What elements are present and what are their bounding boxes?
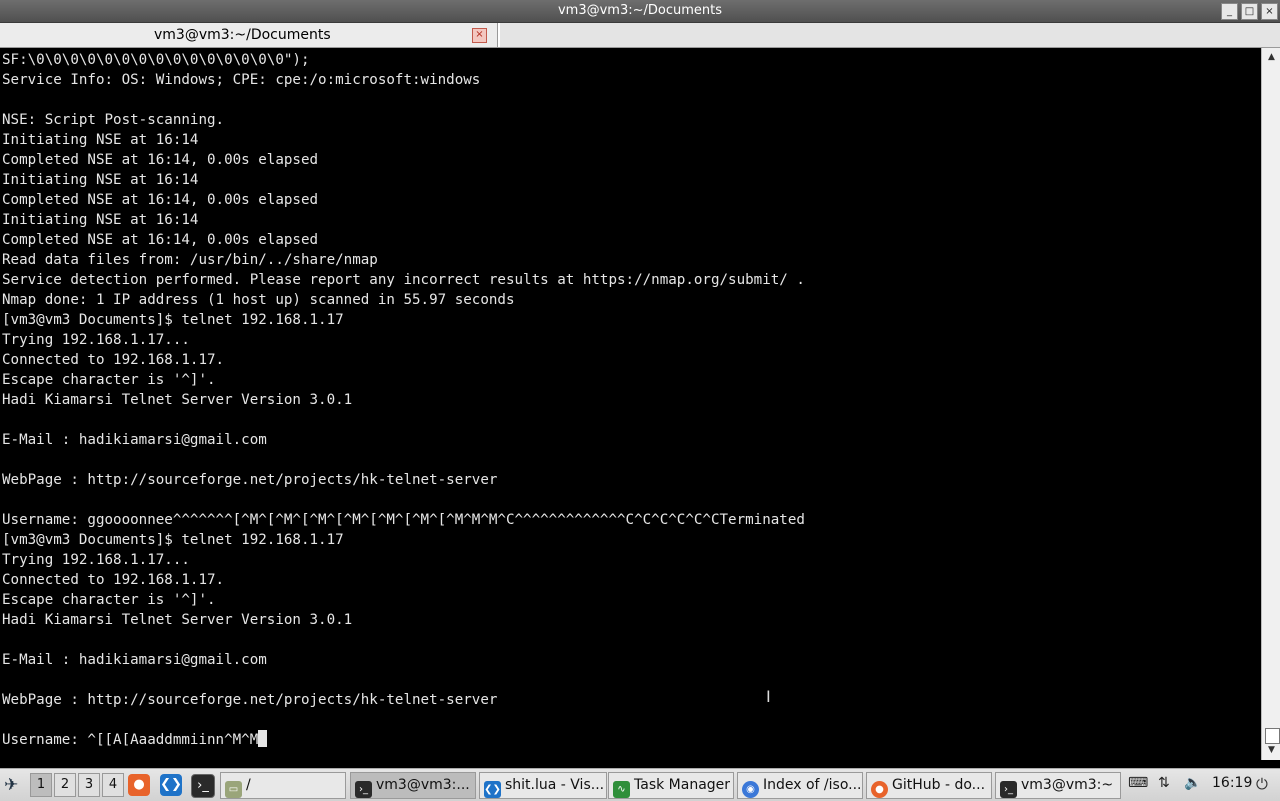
terminal-line: Hadi Kiamarsi Telnet Server Version 3.0.… [2, 392, 353, 408]
tab-separator [498, 23, 500, 47]
terminal-line: Initiating NSE at 16:14 [2, 132, 199, 148]
taskbar-item-label: Task Manager [634, 777, 731, 793]
workspace-4-button[interactable]: 4 [102, 773, 124, 797]
terminal-line: Completed NSE at 16:14, 0.00s elapsed [2, 152, 319, 168]
chrome-icon: ◉ [742, 781, 759, 798]
terminal-line: Service detection performed. Please repo… [2, 272, 805, 288]
taskbar-item-label: GitHub - do... [892, 777, 986, 793]
terminal-line: E-Mail : hadikiamarsi@gmail.com [2, 652, 267, 668]
taskbar-item-label: Index of /iso... [763, 777, 862, 793]
terminal-lines: SF:\0\0\0\0\0\0\0\0\0\0\0\0\0\0\0"); Serv… [2, 50, 805, 750]
firefox-icon[interactable]: ● [128, 774, 150, 796]
terminal-line: Escape character is '^]'. [2, 372, 216, 388]
network-icon[interactable]: ⇅ [1158, 775, 1170, 795]
maximize-button[interactable]: □ [1241, 3, 1258, 20]
terminal-line: Nmap done: 1 IP address (1 host up) scan… [2, 292, 515, 308]
terminal-output[interactable]: SF:\0\0\0\0\0\0\0\0\0\0\0\0\0\0\0"); Serv… [0, 48, 1261, 760]
terminal-line: Escape character is '^]'. [2, 592, 216, 608]
keyboard-icon[interactable]: ⌨ [1128, 775, 1148, 795]
window-controls: _ □ × [1221, 3, 1278, 20]
workspace-1-button[interactable]: 1 [30, 773, 52, 797]
terminal-line: WebPage : http://sourceforge.net/project… [2, 692, 498, 708]
minimize-button[interactable]: _ [1221, 3, 1238, 20]
folder-icon: ▭ [225, 781, 242, 798]
task-manager-icon: ∿ [613, 781, 630, 798]
terminal-line: Hadi Kiamarsi Telnet Server Version 3.0.… [2, 612, 353, 628]
terminal-scrollbar[interactable]: ▲ ▼ [1261, 48, 1280, 760]
terminal-line: Initiating NSE at 16:14 [2, 172, 199, 188]
terminal-line: Initiating NSE at 16:14 [2, 212, 199, 228]
terminal-line: Completed NSE at 16:14, 0.00s elapsed [2, 232, 319, 248]
taskbar-item-label: vm3@vm3:~ [1021, 777, 1114, 793]
tab-terminal[interactable]: vm3@vm3:~/Documents × [0, 23, 498, 47]
app-menu-icon[interactable]: ✈ [4, 775, 26, 795]
taskbar-item-terminal-home[interactable]: ›_ vm3@vm3:~ [995, 772, 1121, 799]
terminal-line: Username: ggoooonnee^^^^^^^[^M^[^M^[^M^[… [2, 512, 805, 528]
scroll-up-arrow-icon[interactable]: ▲ [1264, 50, 1279, 65]
close-button[interactable]: × [1261, 3, 1278, 20]
terminal-line: Username: ^[[A[Aaaddmmiinn^M^M [2, 730, 805, 750]
terminal-line: Service Info: OS: Windows; CPE: cpe:/o:m… [2, 72, 481, 88]
terminal-icon[interactable]: ›_ [191, 774, 215, 798]
text-cursor [258, 730, 268, 747]
terminal-line: Connected to 192.168.1.17. [2, 572, 225, 588]
terminal-line: Completed NSE at 16:14, 0.00s elapsed [2, 192, 319, 208]
terminal-line: Trying 192.168.1.17... [2, 332, 190, 348]
tab-label: vm3@vm3:~/Documents [154, 27, 331, 43]
workspace-2-button[interactable]: 2 [54, 773, 76, 797]
window-titlebar[interactable]: vm3@vm3:~/Documents _ □ × [0, 0, 1280, 23]
clock[interactable]: 16:19 [1212, 775, 1252, 791]
taskbar-item-files[interactable]: ▭ / [220, 772, 346, 799]
taskbar-item-terminal-documents[interactable]: ›_ vm3@vm3:... [350, 772, 476, 799]
terminal-line: Read data files from: /usr/bin/../share/… [2, 252, 378, 268]
tab-close-icon[interactable]: × [472, 28, 487, 43]
taskbar-item-chrome[interactable]: ◉ Index of /iso... [737, 772, 863, 799]
terminal-line: WebPage : http://sourceforge.net/project… [2, 472, 498, 488]
window-title: vm3@vm3:~/Documents [557, 3, 723, 18]
terminal-line: Trying 192.168.1.17... [2, 552, 190, 568]
firefox-icon: ● [871, 781, 888, 798]
terminal-line: Connected to 192.168.1.17. [2, 352, 225, 368]
taskbar-item-task-manager[interactable]: ∿ Task Manager [608, 772, 734, 799]
taskbar-item-label: / [246, 777, 251, 793]
terminal-line: [vm3@vm3 Documents]$ telnet 192.168.1.17 [2, 312, 344, 328]
taskbar-item-label: vm3@vm3:... [376, 777, 470, 793]
taskbar-item-label: shit.lua - Vis... [505, 777, 605, 793]
vscode-icon[interactable]: ❮❯ [160, 774, 182, 796]
scrollbar-thumb[interactable] [1265, 728, 1280, 744]
terminal-tab-bar: vm3@vm3:~/Documents × [0, 23, 1280, 48]
terminal-line: E-Mail : hadikiamarsi@gmail.com [2, 432, 267, 448]
terminal-line: [vm3@vm3 Documents]$ telnet 192.168.1.17 [2, 532, 344, 548]
scroll-down-arrow-icon[interactable]: ▼ [1264, 743, 1279, 758]
taskbar: ✈ 1 2 3 4 ● ❮❯ ›_ ▭ / ›_ vm3@vm3:... ❮❯ shi… [0, 768, 1280, 801]
terminal-line: SF:\0\0\0\0\0\0\0\0\0\0\0\0\0\0\0"); [2, 52, 310, 68]
vscode-icon: ❮❯ [484, 781, 501, 798]
taskbar-item-vscode[interactable]: ❮❯ shit.lua - Vis... [479, 772, 607, 799]
ibeam-cursor-icon: I [766, 687, 771, 706]
taskbar-item-firefox-github[interactable]: ● GitHub - do... [866, 772, 992, 799]
workspace-3-button[interactable]: 3 [78, 773, 100, 797]
power-icon[interactable]: ⏻ [1256, 775, 1268, 793]
volume-icon[interactable]: 🔈 [1184, 775, 1201, 795]
terminal-line: NSE: Script Post-scanning. [2, 112, 225, 128]
terminal-icon: ›_ [355, 781, 372, 798]
terminal-icon: ›_ [1000, 781, 1017, 798]
